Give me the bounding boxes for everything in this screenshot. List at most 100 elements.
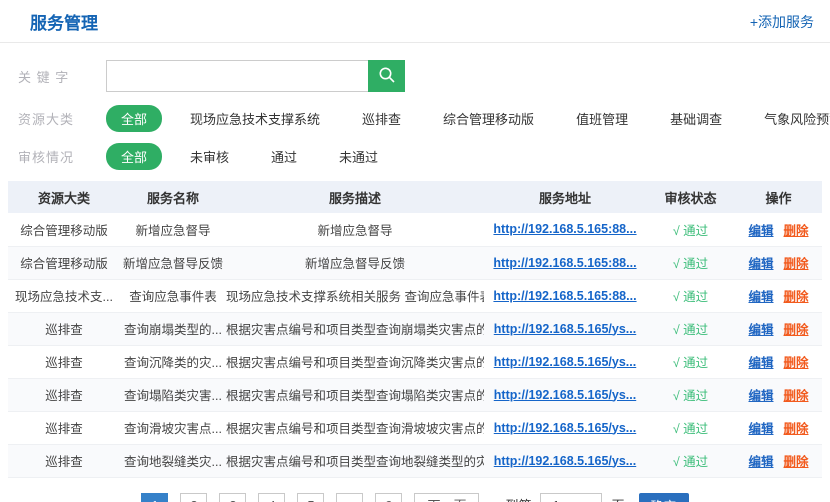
- service-url-link[interactable]: http://192.168.5.165/ys...: [494, 454, 636, 468]
- category-option-weather-risk[interactable]: 气象风险预警系统: [764, 109, 830, 128]
- cell-description: 根据灾害点编号和项目类型查询滑坡坡灾害点的详...: [226, 411, 484, 444]
- status-badge: √ 通过: [673, 356, 708, 370]
- service-url-link[interactable]: http://192.168.5.165/ys...: [494, 355, 636, 369]
- cell-description: 根据灾害点编号和项目类型查询崩塌类灾害点的详...: [226, 312, 484, 345]
- delete-link[interactable]: 删除: [784, 257, 809, 271]
- next-page-button[interactable]: 下一页: [414, 493, 479, 502]
- audit-option-all[interactable]: 全部: [106, 143, 162, 170]
- service-url-link[interactable]: http://192.168.5.165/ys...: [494, 322, 636, 336]
- audit-filter-label: 审核情况: [18, 147, 106, 166]
- delete-link[interactable]: 删除: [784, 422, 809, 436]
- category-option-duty-mgmt[interactable]: 值班管理: [576, 109, 628, 128]
- cell-description: 现场应急技术支撑系统相关服务 查询应急事件表: [226, 279, 484, 312]
- edit-link[interactable]: 编辑: [748, 290, 773, 304]
- category-option-all[interactable]: 全部: [106, 105, 162, 132]
- keyword-search-row: 关 键 字: [18, 60, 830, 92]
- audit-option-failed[interactable]: 未通过: [339, 147, 378, 166]
- table-row: 巡排查 查询地裂缝类灾... 根据灾害点编号和项目类型查询地裂缝类型的灾害...…: [8, 444, 822, 477]
- page-button-5[interactable]: 5: [297, 493, 324, 502]
- table-row: 综合管理移动版 新增应急督导反馈 新增应急督导反馈 http://192.168…: [8, 246, 822, 279]
- cell-category: 巡排查: [8, 411, 120, 444]
- cell-description: 根据灾害点编号和项目类型查询沉降类灾害点的详...: [226, 345, 484, 378]
- category-option-basic-survey[interactable]: 基础调查: [670, 109, 722, 128]
- status-badge: √ 通过: [673, 323, 708, 337]
- cell-category: 现场应急技术支...: [8, 279, 120, 312]
- service-url-link[interactable]: http://192.168.5.165:88...: [493, 256, 636, 270]
- table-row: 综合管理移动版 新增应急督导 新增应急督导 http://192.168.5.1…: [8, 213, 822, 246]
- search-box: [106, 60, 405, 92]
- edit-link[interactable]: 编辑: [748, 224, 773, 238]
- delete-link[interactable]: 删除: [784, 389, 809, 403]
- edit-link[interactable]: 编辑: [748, 389, 773, 403]
- goto-page-input[interactable]: [540, 493, 602, 502]
- page-button-2[interactable]: 2: [180, 493, 207, 502]
- page-ellipsis[interactable]: ...: [336, 493, 363, 502]
- category-filter-label: 资源大类: [18, 109, 106, 128]
- cell-description: 新增应急督导反馈: [226, 246, 484, 279]
- table-row: 巡排查 查询滑坡灾害点... 根据灾害点编号和项目类型查询滑坡坡灾害点的详...…: [8, 411, 822, 444]
- table-row: 巡排查 查询沉降类的灾... 根据灾害点编号和项目类型查询沉降类灾害点的详...…: [8, 345, 822, 378]
- cell-service-name: 查询崩塌类型的...: [120, 312, 226, 345]
- search-input[interactable]: [106, 60, 368, 92]
- col-service-url: 服务地址: [484, 181, 646, 213]
- service-url-link[interactable]: http://192.168.5.165/ys...: [494, 421, 636, 435]
- cell-service-name: 新增应急督导: [120, 213, 226, 246]
- keyword-label: 关 键 字: [18, 67, 106, 86]
- cell-description: 根据灾害点编号和项目类型查询塌陷类灾害点的详...: [226, 378, 484, 411]
- cell-service-name: 查询地裂缝类灾...: [120, 444, 226, 477]
- add-service-button[interactable]: +添加服务: [750, 12, 814, 32]
- filter-row-audit: 审核情况 全部 未审核 通过 未通过: [18, 144, 830, 168]
- category-option-patrol[interactable]: 巡排查: [362, 109, 401, 128]
- cell-service-name: 查询滑坡灾害点...: [120, 411, 226, 444]
- search-icon: [378, 66, 396, 87]
- service-url-link[interactable]: http://192.168.5.165/ys...: [494, 388, 636, 402]
- edit-link[interactable]: 编辑: [748, 422, 773, 436]
- cell-category: 综合管理移动版: [8, 213, 120, 246]
- cell-service-name: 查询塌陷类灾害...: [120, 378, 226, 411]
- cell-category: 巡排查: [8, 444, 120, 477]
- page-button-3[interactable]: 3: [219, 493, 246, 502]
- service-url-link[interactable]: http://192.168.5.165:88...: [493, 289, 636, 303]
- page-button-9[interactable]: 9: [375, 493, 402, 502]
- page-button-4[interactable]: 4: [258, 493, 285, 502]
- audit-option-passed[interactable]: 通过: [271, 147, 297, 166]
- category-option-field-emergency[interactable]: 现场应急技术支撑系统: [190, 109, 320, 128]
- search-button[interactable]: [368, 60, 405, 92]
- service-url-link[interactable]: http://192.168.5.165:88...: [493, 222, 636, 236]
- status-badge: √ 通过: [673, 422, 708, 436]
- edit-link[interactable]: 编辑: [748, 356, 773, 370]
- edit-link[interactable]: 编辑: [748, 323, 773, 337]
- status-badge: √ 通过: [673, 455, 708, 469]
- cell-service-name: 新增应急督导反馈: [120, 246, 226, 279]
- page-button-1[interactable]: 1: [141, 493, 168, 502]
- category-option-mobile-mgmt[interactable]: 综合管理移动版: [443, 109, 534, 128]
- status-badge: √ 通过: [673, 257, 708, 271]
- cell-category: 巡排查: [8, 378, 120, 411]
- services-table: 资源大类 服务名称 服务描述 服务地址 审核状态 操作 综合管理移动版 新增应急…: [8, 181, 822, 478]
- col-actions: 操作: [735, 181, 822, 213]
- filter-row-category: 资源大类 全部 现场应急技术支撑系统 巡排查 综合管理移动版 值班管理 基础调查…: [18, 106, 830, 130]
- cell-category: 巡排查: [8, 345, 120, 378]
- delete-link[interactable]: 删除: [784, 356, 809, 370]
- col-status: 审核状态: [646, 181, 735, 213]
- table-row: 巡排查 查询塌陷类灾害... 根据灾害点编号和项目类型查询塌陷类灾害点的详...…: [8, 378, 822, 411]
- goto-prefix-label: 到第: [505, 493, 531, 502]
- page-header: 服务管理 +添加服务: [0, 0, 830, 43]
- table-header-row: 资源大类 服务名称 服务描述 服务地址 审核状态 操作: [8, 181, 822, 213]
- status-badge: √ 通过: [673, 224, 708, 238]
- delete-link[interactable]: 删除: [784, 323, 809, 337]
- cell-service-name: 查询应急事件表: [120, 279, 226, 312]
- audit-option-unreviewed[interactable]: 未审核: [190, 147, 229, 166]
- cell-description: 根据灾害点编号和项目类型查询地裂缝类型的灾害...: [226, 444, 484, 477]
- page-title: 服务管理: [30, 9, 98, 34]
- delete-link[interactable]: 删除: [784, 224, 809, 238]
- goto-suffix-label: 页: [612, 493, 625, 502]
- cell-category: 巡排查: [8, 312, 120, 345]
- col-description: 服务描述: [226, 181, 484, 213]
- delete-link[interactable]: 删除: [784, 290, 809, 304]
- delete-link[interactable]: 删除: [784, 455, 809, 469]
- goto-page-group: 到第 页 确定: [505, 493, 688, 502]
- confirm-button[interactable]: 确定: [639, 493, 689, 502]
- edit-link[interactable]: 编辑: [748, 455, 773, 469]
- edit-link[interactable]: 编辑: [748, 257, 773, 271]
